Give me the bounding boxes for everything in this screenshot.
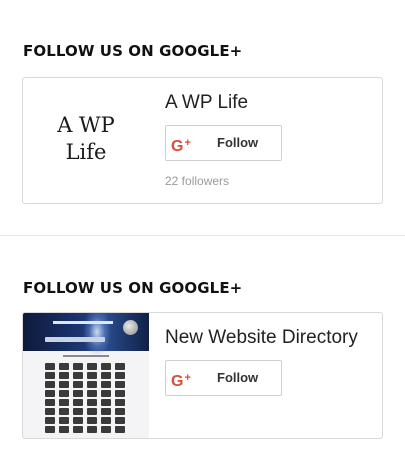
grid-tile — [59, 399, 69, 406]
widget-title: FOLLOW US ON GOOGLE+ — [23, 279, 243, 297]
moon-graphic — [123, 320, 138, 335]
grid-tile — [59, 417, 69, 424]
grid-tile — [45, 390, 55, 397]
grid-tile — [59, 426, 69, 433]
grid-tile — [45, 372, 55, 379]
grid-tile — [115, 399, 125, 406]
follow-button-label: Follow — [217, 135, 259, 150]
grid-tile — [101, 390, 111, 397]
banner-search-bar — [45, 337, 105, 342]
website-screenshot-banner — [23, 313, 149, 357]
follow-button[interactable]: G+ Follow — [165, 360, 282, 396]
grid-tile — [45, 426, 55, 433]
follow-button[interactable]: G+ Follow — [165, 125, 282, 161]
grid-tile — [45, 363, 55, 370]
grid-tile — [115, 426, 125, 433]
grid-tile — [101, 381, 111, 388]
grid-tile — [73, 363, 83, 370]
google-plus-widget-1: FOLLOW US ON GOOGLE+ A WP Life A WP Life… — [0, 0, 405, 236]
grid-tile — [59, 372, 69, 379]
logo-line-2: Life — [65, 140, 107, 164]
grid-tile — [73, 426, 83, 433]
grid-tile — [87, 390, 97, 397]
grid-tile — [115, 390, 125, 397]
grid-tile — [45, 399, 55, 406]
grid-tile — [45, 417, 55, 424]
grid-tile — [115, 408, 125, 415]
grid-tile — [87, 372, 97, 379]
followers-count: 22 followers — [165, 174, 230, 188]
grid-tile — [45, 381, 55, 388]
google-plus-widget-2: FOLLOW US ON GOOGLE+ New Website Directo… — [0, 237, 405, 469]
page-avatar[interactable] — [23, 313, 149, 438]
page-avatar-logo: A WP Life — [23, 112, 149, 166]
grid-tile — [101, 363, 111, 370]
grid-tile — [59, 381, 69, 388]
widget-title: FOLLOW US ON GOOGLE+ — [23, 42, 243, 60]
grid-tile — [101, 426, 111, 433]
thumbnail-caption-line — [63, 355, 109, 357]
page-avatar[interactable]: A WP Life — [23, 78, 149, 203]
light-flare-graphic — [83, 313, 111, 357]
grid-tile — [87, 426, 97, 433]
google-plus-badge-card: New Website Directory G+ Follow — [22, 312, 383, 439]
grid-tile — [115, 372, 125, 379]
grid-tile — [73, 390, 83, 397]
grid-tile — [59, 390, 69, 397]
grid-tile — [101, 372, 111, 379]
grid-tile — [115, 381, 125, 388]
google-plus-icon: G+ — [171, 372, 191, 390]
banner-title-line — [53, 321, 113, 324]
grid-tile — [73, 399, 83, 406]
grid-tile — [73, 372, 83, 379]
grid-tile — [101, 399, 111, 406]
follow-button-label: Follow — [217, 370, 259, 385]
grid-tile — [59, 363, 69, 370]
grid-tile — [73, 381, 83, 388]
page-name-link[interactable]: A WP Life — [165, 92, 248, 114]
grid-tile — [115, 363, 125, 370]
grid-tile — [87, 399, 97, 406]
grid-tile — [101, 408, 111, 415]
grid-tile — [73, 417, 83, 424]
grid-tile — [87, 408, 97, 415]
grid-tile — [87, 417, 97, 424]
grid-tile — [45, 408, 55, 415]
widget-divider — [0, 235, 405, 236]
grid-tile — [101, 417, 111, 424]
grid-tile — [59, 408, 69, 415]
grid-tile — [87, 363, 97, 370]
logo-line-1: A WP — [57, 113, 115, 137]
google-plus-icon: G+ — [171, 137, 191, 155]
grid-tile — [115, 417, 125, 424]
page-name-link[interactable]: New Website Directory — [165, 327, 358, 349]
grid-tile — [73, 408, 83, 415]
grid-tile — [87, 381, 97, 388]
google-plus-badge-card: A WP Life A WP Life G+ Follow 22 followe… — [22, 77, 383, 204]
